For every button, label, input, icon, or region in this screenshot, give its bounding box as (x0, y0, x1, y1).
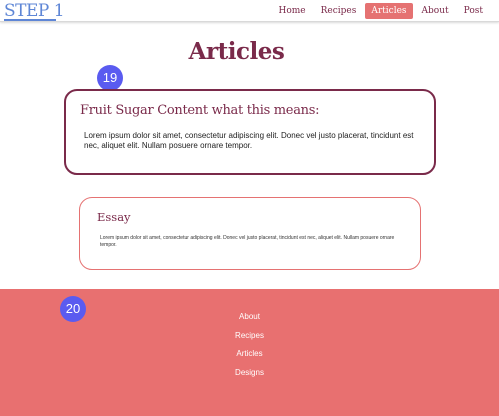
nav-link-post[interactable]: Post (458, 3, 489, 19)
footer-link-recipes[interactable]: Recipes (222, 330, 277, 349)
page-title: Articles (188, 38, 285, 65)
annotation-badge-19: 19 (97, 65, 123, 91)
nav-link-articles[interactable]: Articles (365, 3, 413, 19)
article-card-fruit-sugar[interactable]: Fruit Sugar Content what this means: Lor… (64, 89, 436, 175)
footer-link-about[interactable]: About (222, 311, 277, 330)
brand-underline (4, 19, 56, 21)
article-body: Lorem ipsum dolor sit amet, consectetur … (100, 235, 395, 248)
nav-link-about[interactable]: About (416, 3, 455, 19)
article-title[interactable]: Essay (97, 210, 131, 224)
annotation-badge-20: 20 (60, 296, 86, 322)
top-navbar: STEP 1 Home Recipes Articles About Post (0, 0, 499, 22)
nav-link-recipes[interactable]: Recipes (315, 3, 363, 19)
footer-link-articles[interactable]: Articles (222, 348, 277, 367)
footer-link-designs[interactable]: Designs (222, 367, 277, 386)
nav-link-home[interactable]: Home (273, 3, 312, 19)
article-body: Lorem ipsum dolor sit amet, consectetur … (84, 131, 414, 150)
article-title[interactable]: Fruit Sugar Content what this means: (80, 103, 319, 118)
article-card-essay[interactable]: Essay Lorem ipsum dolor sit amet, consec… (79, 197, 421, 270)
nav-links: Home Recipes Articles About Post (270, 3, 490, 19)
footer-links: About Recipes Articles Designs (222, 311, 277, 385)
